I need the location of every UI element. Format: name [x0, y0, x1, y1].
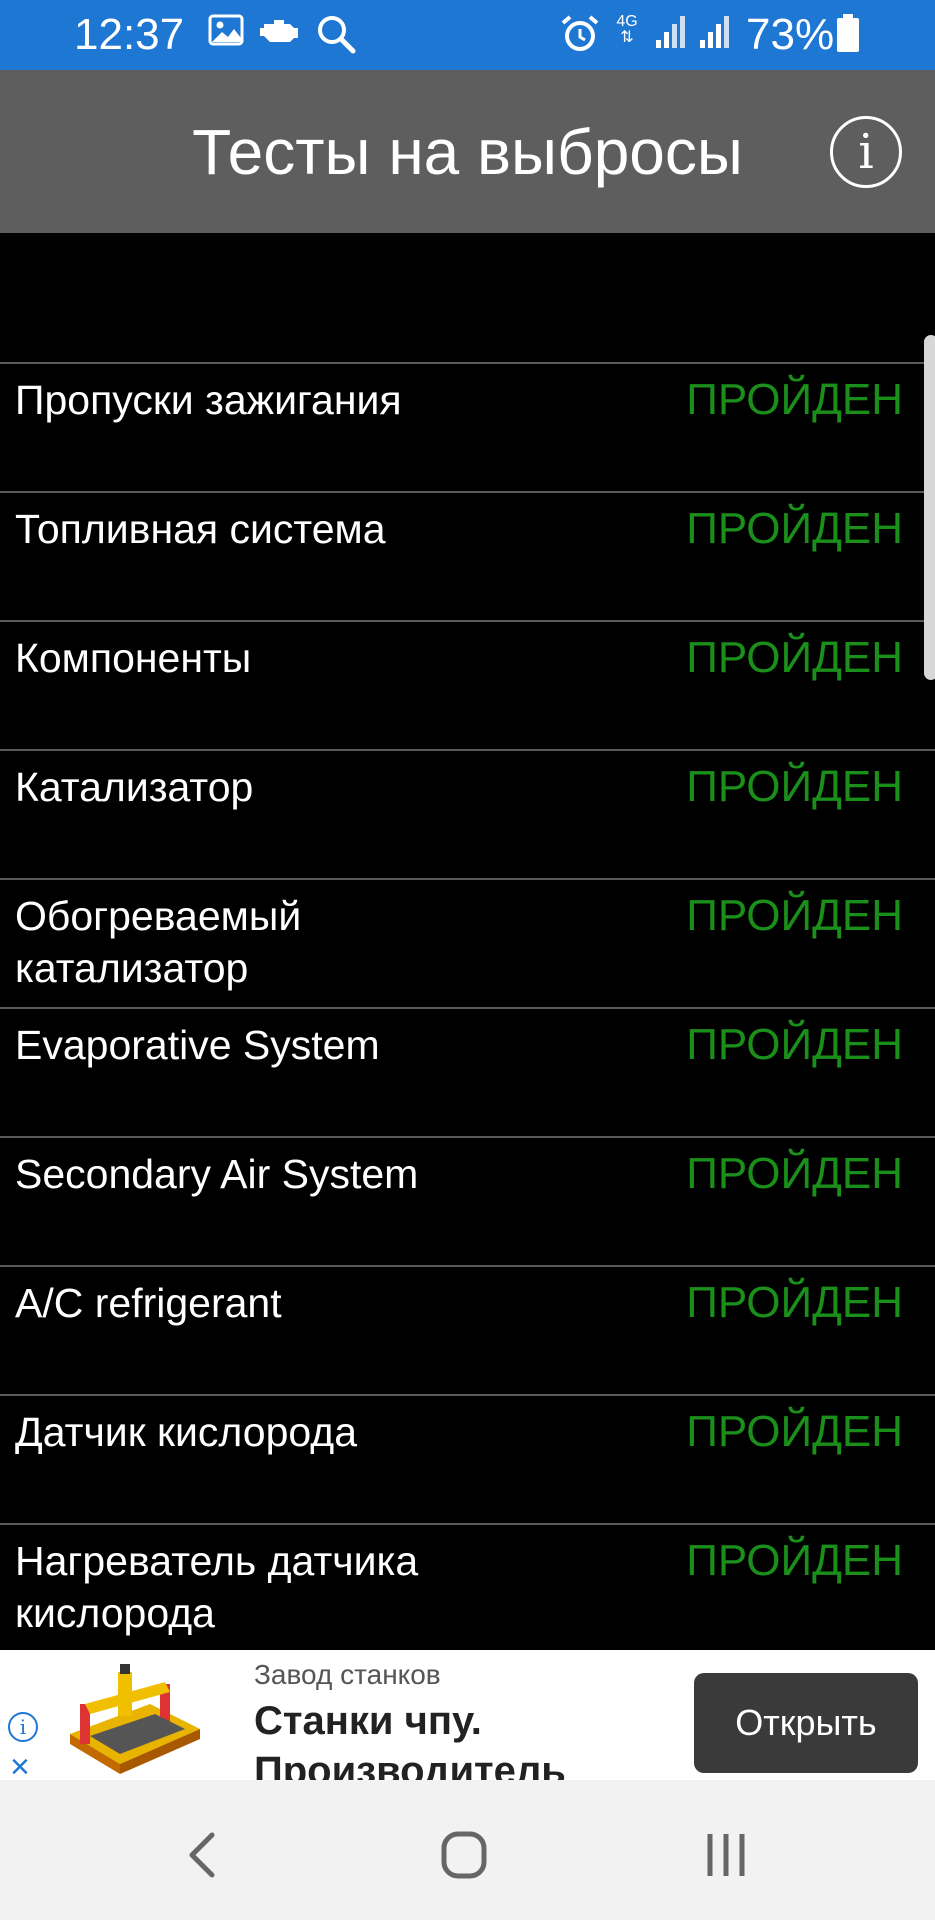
signal-icon: [656, 16, 685, 48]
test-status: ПРОЙДЕН: [686, 762, 903, 811]
status-time: 12:37: [74, 10, 185, 59]
battery-percent: 73%: [746, 10, 835, 59]
ad-info-icon[interactable]: i: [8, 1712, 38, 1742]
battery-icon: [837, 14, 859, 52]
test-status: ПРОЙДЕН: [686, 1020, 903, 1069]
screen: 12:37 4G ⇅ 73% Тесты на выбросы i Пропус…: [0, 0, 935, 1920]
gallery-icon: [208, 14, 244, 46]
signal-icon: [700, 16, 729, 48]
ad-close-icon[interactable]: ×: [10, 1750, 30, 1780]
home-icon[interactable]: [424, 1820, 504, 1890]
list-item[interactable]: Датчик кислорода ПРОЙДЕН: [0, 1394, 935, 1523]
test-name: Secondary Air System: [15, 1151, 419, 1197]
list-item[interactable]: Компоненты ПРОЙДЕН: [0, 620, 935, 749]
test-status: ПРОЙДЕН: [686, 1278, 903, 1327]
ad-headline[interactable]: Станки чпу. Производитель: [254, 1696, 674, 1780]
scrollbar-thumb[interactable]: [924, 335, 935, 680]
car-engine-icon: [260, 20, 298, 42]
list-item[interactable]: Пропуски зажигания ПРОЙДЕН: [0, 362, 935, 491]
test-name: Компоненты: [15, 635, 252, 681]
test-name: Датчик кислорода: [15, 1409, 357, 1455]
alarm-icon: [561, 15, 599, 51]
test-status: ПРОЙДЕН: [686, 1536, 903, 1585]
ad-advertiser: Завод станков: [254, 1659, 441, 1690]
test-name: Evaporative System: [15, 1022, 380, 1068]
emission-tests-list[interactable]: Пропуски зажигания ПРОЙДЕН Топливная сис…: [0, 362, 935, 1652]
test-name: Обогреваемый катализатор: [15, 893, 302, 991]
list-item[interactable]: Evaporative System ПРОЙДЕН: [0, 1007, 935, 1136]
test-status: ПРОЙДЕН: [686, 1407, 903, 1456]
list-item[interactable]: Secondary Air System ПРОЙДЕН: [0, 1136, 935, 1265]
test-name: Катализатор: [15, 764, 254, 810]
test-status: ПРОЙДЕН: [686, 504, 903, 553]
test-name: Нагреватель датчика кислорода: [15, 1538, 419, 1636]
app-bar: Тесты на выбросы i: [0, 70, 935, 233]
system-nav-bar: [0, 1780, 935, 1920]
info-icon: i: [858, 124, 874, 180]
test-status: ПРОЙДЕН: [686, 633, 903, 682]
ad-banner[interactable]: i × Завод станков Станки чпу. Производит…: [0, 1650, 935, 1780]
test-name: Пропуски зажигания: [15, 377, 402, 423]
back-icon[interactable]: [162, 1820, 242, 1890]
search-icon: [318, 16, 356, 54]
network-4g-icon: 4G ⇅: [616, 13, 638, 46]
list-item[interactable]: A/C refrigerant ПРОЙДЕН: [0, 1265, 935, 1394]
test-name: A/C refrigerant: [15, 1280, 282, 1326]
list-item[interactable]: Топливная система ПРОЙДЕН: [0, 491, 935, 620]
list-item[interactable]: Обогреваемый катализатор ПРОЙДЕН: [0, 878, 935, 1007]
list-item[interactable]: Катализатор ПРОЙДЕН: [0, 749, 935, 878]
page-title: Тесты на выбросы: [192, 116, 743, 188]
test-status: ПРОЙДЕН: [686, 375, 903, 424]
open-button[interactable]: Открыть: [694, 1673, 918, 1773]
cnc-machine-image: [70, 1664, 200, 1774]
status-bar: 12:37 4G ⇅ 73%: [0, 0, 935, 70]
test-status: ПРОЙДЕН: [686, 1149, 903, 1198]
recents-icon[interactable]: [686, 1820, 766, 1890]
test-name: Топливная система: [15, 506, 386, 552]
network-type-label: 4G: [616, 13, 638, 30]
test-status: ПРОЙДЕН: [686, 891, 903, 940]
list-item[interactable]: Нагреватель датчика кислорода ПРОЙДЕН: [0, 1523, 935, 1652]
info-button[interactable]: i: [830, 116, 902, 188]
